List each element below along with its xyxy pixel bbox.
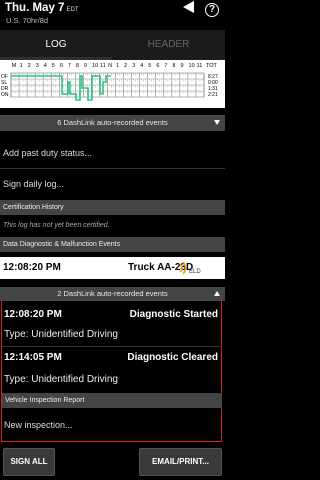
certification-note: This log has not yet been certified.	[3, 222, 110, 229]
dashlink-bottom-label: 2 DashLink auto-recorded events	[57, 289, 168, 298]
event-title: Diagnostic Cleared	[127, 352, 218, 363]
add-past-duty-status[interactable]: Add past duty status...	[3, 148, 92, 158]
dashlink-events-label: 6 DashLink auto-recorded events	[57, 118, 168, 127]
row-total: 2:21	[208, 92, 218, 98]
hour-label: 6	[156, 63, 159, 69]
hour-labels: M 1 2 3 4 5 6 7 8 9 10 11 N 1 2 3 4 5 6 7 8 9 10 11	[12, 63, 203, 69]
diagnostic-event-time: 12:08:20 PM	[3, 262, 61, 273]
hour-label: 10	[92, 63, 98, 69]
divider	[2, 346, 222, 347]
hour-label: 6	[60, 63, 63, 69]
hour-label: 4	[44, 63, 47, 69]
hour-label: 2	[28, 63, 31, 69]
sign-all-button[interactable]: SIGN ALL	[3, 448, 55, 476]
event-type: Type: Unidentified Driving	[4, 374, 118, 385]
top-bar: Thu. May 7 EDT U.S. 70hr/8d ?	[0, 0, 225, 30]
diagnostic-event-row[interactable]: 12:08:20 PM Truck AA-23D ELD	[0, 257, 225, 279]
hour-label: 11	[100, 63, 106, 69]
event-time: 12:14:05 PM	[4, 352, 62, 363]
event-type: Type: Unidentified Driving	[4, 329, 118, 340]
certification-history-header: Certification History	[0, 200, 225, 215]
date-text: Thu. May 7	[5, 2, 65, 14]
hour-label: 5	[148, 63, 151, 69]
row-totals: 8:270:001:312:21	[208, 74, 218, 98]
tab-header[interactable]: HEADER	[112, 30, 225, 60]
hour-label: M	[12, 63, 17, 69]
back-triangle-icon[interactable]	[183, 1, 194, 13]
hour-label: 8	[76, 63, 79, 69]
hour-label: 3	[36, 63, 39, 69]
row-label: ON	[1, 92, 9, 98]
hour-label: 5	[52, 63, 55, 69]
graph-svg: M 1 2 3 4 5 6 7 8 9 10 11 N 1 2 3 4 5 6 7 8 9 10 11 TOT OFSLDRO…	[1, 63, 218, 101]
tab-log[interactable]: LOG	[0, 30, 112, 60]
log-date: Thu. May 7 EDT	[5, 2, 78, 14]
cycle-rule: U.S. 70hr/8d	[6, 16, 49, 25]
divider	[0, 168, 225, 169]
sign-daily-log[interactable]: Sign daily log...	[3, 179, 64, 189]
inspection-header: Vehicle Inspection Report	[2, 393, 222, 408]
hour-label: 9	[180, 63, 183, 69]
tot-label: TOT	[206, 63, 218, 69]
hour-label: 8	[172, 63, 175, 69]
hour-label: 4	[140, 63, 143, 69]
hour-label: 9	[84, 63, 87, 69]
collapse-triangle-icon	[214, 291, 220, 296]
hour-label: 1	[20, 63, 23, 69]
hour-label: 1	[116, 63, 119, 69]
help-icon[interactable]: ?	[205, 3, 219, 17]
row-labels: OFSLDRON	[1, 74, 9, 98]
diagnostic-events-header: Data Diagnostic & Malfunction Events	[0, 237, 225, 252]
hour-label: 7	[68, 63, 71, 69]
duty-status-graph[interactable]: M 1 2 3 4 5 6 7 8 9 10 11 N 1 2 3 4 5 6 7 8 9 10 11 TOT OF SL DR O…	[0, 60, 225, 108]
hour-label: 10	[189, 63, 195, 69]
footer-bar: SIGN ALL EMAIL/PRINT...	[0, 444, 225, 480]
email-print-button[interactable]: EMAIL/PRINT...	[139, 448, 222, 476]
tab-bar: LOG HEADER	[0, 30, 225, 60]
hour-label: 7	[164, 63, 167, 69]
event-title: Diagnostic Started	[129, 309, 218, 320]
timezone: EDT	[66, 7, 79, 13]
dashlink-events-band[interactable]: 6 DashLink auto-recorded events	[0, 115, 225, 131]
dashlink-bottom-band[interactable]: 2 DashLink auto-recorded events	[0, 287, 225, 301]
hour-label: 2	[124, 63, 127, 69]
hour-label: N	[108, 63, 112, 69]
expand-triangle-icon	[214, 120, 220, 125]
hour-label: 11	[197, 63, 203, 69]
hour-label: 3	[132, 63, 135, 69]
event-time: 12:08:20 PM	[4, 309, 62, 320]
eld-label: ELD	[189, 269, 201, 275]
new-inspection[interactable]: New inspection...	[4, 420, 73, 430]
duty-status-line	[11, 75, 111, 101]
